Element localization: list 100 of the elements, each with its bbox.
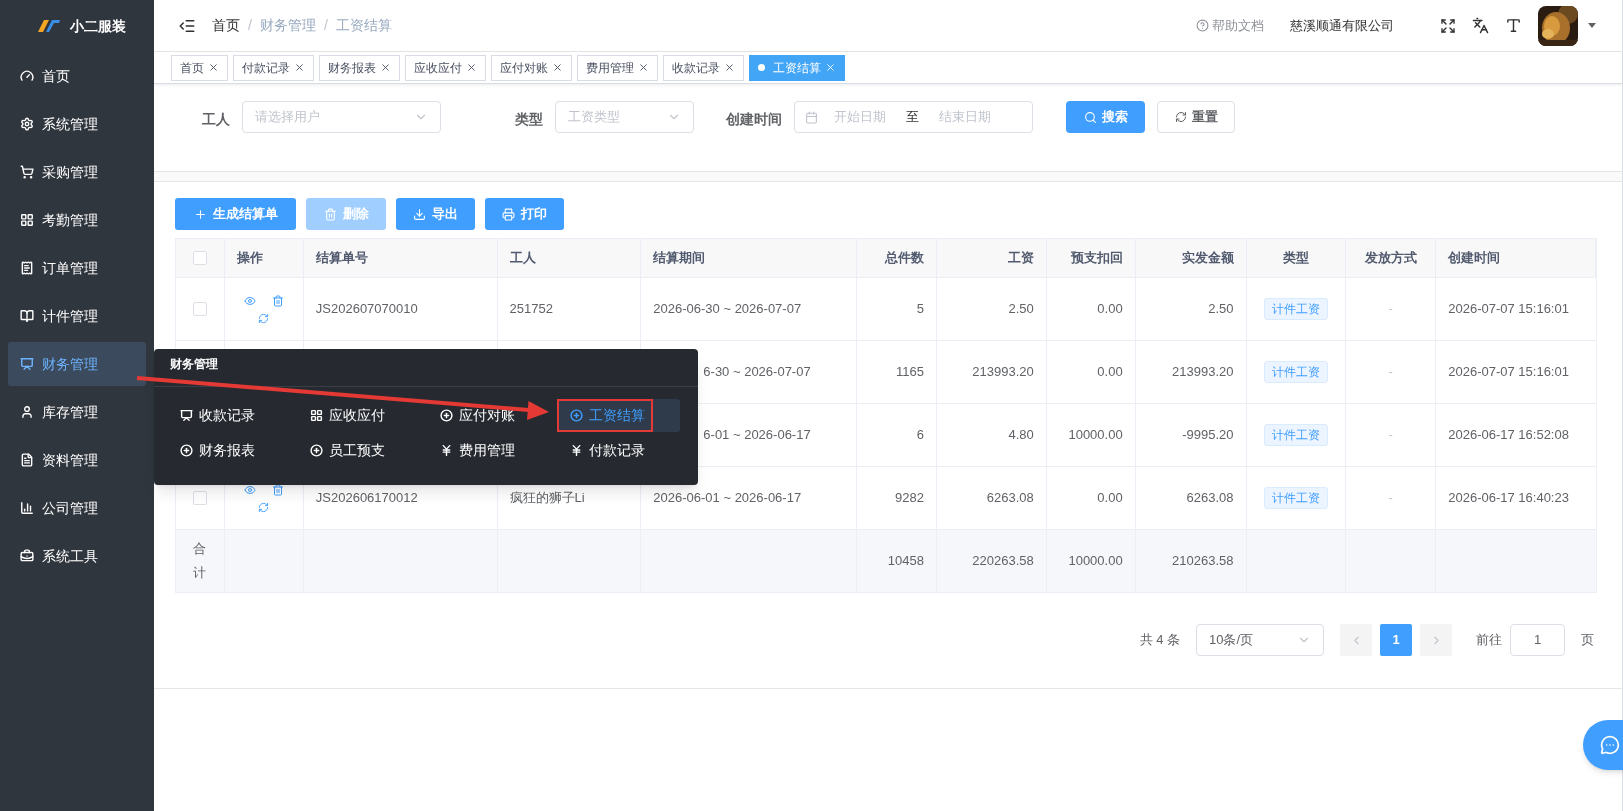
- submenu-item[interactable]: 员工预支: [298, 434, 420, 467]
- close-icon[interactable]: [208, 62, 219, 73]
- table-cell-text: -: [1388, 363, 1393, 382]
- table-cell-text: 6: [916, 426, 924, 445]
- fullscreen-icon[interactable]: [1440, 17, 1456, 34]
- page-tab[interactable]: 首页: [171, 54, 228, 81]
- close-icon[interactable]: [724, 62, 735, 73]
- submenu-item[interactable]: 费用管理: [428, 434, 550, 467]
- totals-cell-text: 10000.00: [1068, 552, 1123, 571]
- briefcase-icon: [20, 549, 34, 563]
- sidebar-item[interactable]: 系统管理: [8, 102, 146, 146]
- tab-label: 收款记录: [672, 59, 720, 77]
- table-cell-text: 6-01 ~ 2026-06-17: [703, 426, 811, 445]
- table-cell-text: 2026-06-17 16:52:08: [1448, 426, 1569, 445]
- page-tab[interactable]: 财务报表: [319, 54, 400, 81]
- type-tag: 计件工资: [1263, 361, 1328, 383]
- date-range-field[interactable]: 开始日期 至 结束日期: [794, 101, 1033, 133]
- gear-icon: [20, 117, 34, 131]
- page-tab[interactable]: 费用管理: [577, 54, 658, 81]
- translate-icon[interactable]: [1472, 17, 1489, 34]
- tab-label: 应付对账: [500, 59, 548, 77]
- book-icon: [20, 309, 34, 323]
- page-input[interactable]: 1: [1510, 624, 1565, 656]
- table-cell-text: 10000.00: [1068, 426, 1123, 445]
- sidebar-item[interactable]: 库存管理: [8, 390, 146, 434]
- table-cell-text: 213993.20: [972, 363, 1034, 382]
- sidebar-item[interactable]: 资料管理: [8, 438, 146, 482]
- column-header: 操作: [236, 249, 263, 268]
- calendar-icon: [805, 110, 818, 124]
- logo-icon: [36, 18, 62, 34]
- submenu-item[interactable]: 应付对账: [428, 399, 550, 432]
- help-icon: [1196, 19, 1209, 32]
- receipt-icon: [20, 261, 34, 275]
- breadcrumb-item[interactable]: 首页: [212, 15, 240, 36]
- plus-circle-icon: [570, 409, 583, 422]
- chart-icon: [180, 409, 193, 422]
- sidebar-item[interactable]: 财务管理: [8, 342, 146, 386]
- caret-icon[interactable]: [1588, 23, 1596, 28]
- totals-cell-text: 10458: [887, 552, 924, 571]
- plus-icon: [193, 207, 207, 221]
- checkbox[interactable]: [192, 302, 207, 316]
- reset-button[interactable]: 重置: [1157, 101, 1235, 133]
- submenu-item[interactable]: 付款记录: [558, 434, 680, 467]
- sidebar-item[interactable]: 考勤管理: [8, 198, 146, 242]
- close-icon[interactable]: [638, 62, 649, 73]
- page-tab[interactable]: 应收应付: [405, 54, 486, 81]
- close-icon[interactable]: [552, 62, 563, 73]
- table-cell-text: 5: [916, 300, 924, 319]
- sidebar-item[interactable]: 首页: [8, 54, 146, 98]
- field-label: 创建时间: [726, 110, 782, 129]
- view-icon[interactable]: [243, 483, 256, 496]
- field-label: 工人: [202, 110, 230, 129]
- table-cell-text: -9995.20: [1182, 426, 1234, 445]
- sidebar-item[interactable]: 采购管理: [8, 150, 146, 194]
- close-icon[interactable]: [380, 62, 391, 73]
- page-tab[interactable]: 付款记录: [233, 54, 314, 81]
- table-cell-text: 2026-07-07 15:16:01: [1448, 300, 1569, 319]
- page-tab[interactable]: 收款记录: [663, 54, 744, 81]
- plus-circle-icon: [440, 409, 453, 422]
- table-cell-text: 6263.08: [1186, 489, 1234, 508]
- tab-label: 首页: [180, 59, 204, 77]
- checkbox[interactable]: [192, 251, 207, 265]
- table-cell-text: 疯狂的狮子Li: [509, 489, 585, 508]
- page-tab[interactable]: 应付对账: [491, 54, 572, 81]
- delete-icon[interactable]: [271, 483, 284, 496]
- breadcrumb-separator: /: [248, 16, 252, 35]
- submenu-item[interactable]: 工资结算: [558, 399, 680, 432]
- total-count: 共 4 条: [1139, 631, 1180, 650]
- table-cell-text: 213993.20: [1172, 363, 1234, 382]
- refresh-icon: [1174, 111, 1187, 123]
- submenu-item[interactable]: 收款记录: [168, 399, 290, 432]
- sidebar-item[interactable]: 系统工具: [8, 534, 146, 578]
- search-icon: [1083, 110, 1097, 124]
- goto-label: 前往: [1476, 631, 1502, 650]
- page-size-select[interactable]: 10条/页: [1196, 624, 1324, 656]
- submenu-item[interactable]: 财务报表: [168, 434, 290, 467]
- sidebar-item[interactable]: 公司管理: [8, 486, 146, 530]
- trash-icon: [323, 207, 337, 221]
- user-icon: [20, 405, 34, 419]
- sidebar-item[interactable]: 订单管理: [8, 246, 146, 290]
- table-cell-text: 2026-06-01 ~ 2026-06-17: [653, 489, 802, 508]
- close-icon[interactable]: [466, 62, 477, 73]
- table-cell-text: JS202607070010: [315, 300, 418, 319]
- tab-label: 应收应付: [414, 59, 462, 77]
- font-size-icon[interactable]: [1505, 17, 1522, 34]
- totals-cell-text: 220263.58: [972, 552, 1034, 571]
- chat-icon: [1600, 735, 1620, 755]
- submenu-item[interactable]: 应收应付: [298, 399, 420, 432]
- table-cell-text: JS202606170012: [315, 489, 418, 508]
- sidebar-item[interactable]: 计件管理: [8, 294, 146, 338]
- column-header: 工资: [1007, 249, 1034, 268]
- tab-label: 财务报表: [328, 59, 376, 77]
- tab-label: 付款记录: [242, 59, 290, 77]
- checkbox[interactable]: [192, 491, 207, 505]
- table-cell-text: 2026-07-07 15:16:01: [1448, 363, 1569, 382]
- range-separator: 至: [906, 108, 919, 127]
- grid-icon: [310, 409, 323, 422]
- table-cell-text: 4.80: [1008, 426, 1034, 445]
- close-icon[interactable]: [294, 62, 305, 73]
- tab-label: 工资结算: [773, 59, 821, 77]
